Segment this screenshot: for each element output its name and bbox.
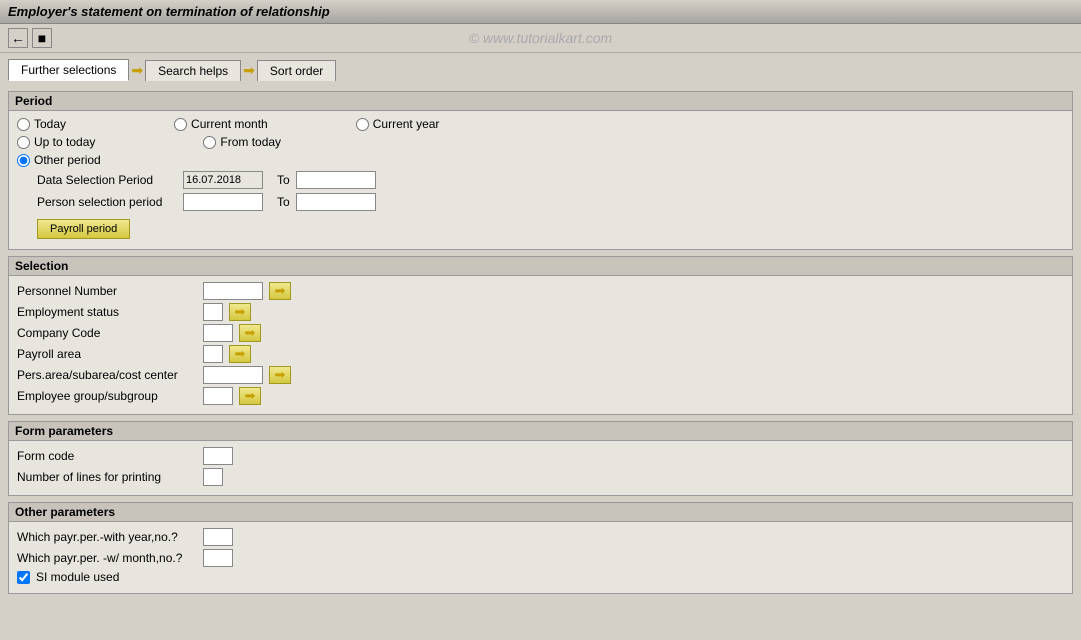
execute-icon[interactable]: ■ [32, 28, 52, 48]
title-bar: Employer's statement on termination of r… [0, 0, 1081, 24]
tab-arrow-1: ➡ [131, 62, 143, 79]
other-parameters-section: Other parameters Which payr.per.-with ye… [8, 502, 1073, 594]
employee-group-label: Employee group/subgroup [17, 389, 197, 403]
company-code-input[interactable] [203, 324, 233, 342]
which-payr-year-input[interactable] [203, 528, 233, 546]
personnel-number-input[interactable] [203, 282, 263, 300]
radio-up-to-today[interactable] [17, 136, 30, 149]
radio-other-period-label: Other period [34, 153, 101, 167]
watermark: © www.tutorialkart.com [469, 30, 612, 46]
radio-current-year[interactable] [356, 118, 369, 131]
number-lines-label: Number of lines for printing [17, 470, 197, 484]
selection-header: Selection [9, 257, 1072, 276]
company-code-arrow-btn[interactable]: ➡ [239, 324, 261, 342]
radio-up-to-today-label: Up to today [34, 135, 95, 149]
pers-area-arrow-btn[interactable]: ➡ [269, 366, 291, 384]
toolbar: ← ■ © www.tutorialkart.com [0, 24, 1081, 53]
radio-from-today-label: From today [220, 135, 281, 149]
si-module-checkbox[interactable] [17, 571, 30, 584]
employment-status-arrow-btn[interactable]: ➡ [229, 303, 251, 321]
tab-further-selections-label: Further selections [21, 63, 116, 77]
number-lines-input[interactable] [203, 468, 223, 486]
form-parameters-header: Form parameters [9, 422, 1072, 441]
pers-area-label: Pers.area/subarea/cost center [17, 368, 197, 382]
person-selection-to-label: To [277, 195, 290, 209]
radio-today-label: Today [34, 117, 66, 131]
data-selection-to-label: To [277, 173, 290, 187]
which-payr-year-label: Which payr.per.-with year,no.? [17, 530, 197, 544]
radio-from-today[interactable] [203, 136, 216, 149]
form-code-label: Form code [17, 449, 197, 463]
employee-group-arrow-btn[interactable]: ➡ [239, 387, 261, 405]
radio-other-period[interactable] [17, 154, 30, 167]
data-selection-period-to-input[interactable] [296, 171, 376, 189]
payroll-area-arrow-btn[interactable]: ➡ [229, 345, 251, 363]
tab-search-helps[interactable]: Search helps [145, 60, 241, 81]
tab-sort-order-label: Sort order [270, 64, 323, 78]
radio-current-year-label: Current year [373, 117, 440, 131]
person-selection-period-label: Person selection period [37, 195, 177, 209]
which-payr-month-label: Which payr.per. -w/ month,no.? [17, 551, 197, 565]
tab-further-selections[interactable]: Further selections [8, 59, 129, 81]
tab-arrow-2: ➡ [243, 62, 255, 79]
payroll-area-input[interactable] [203, 345, 223, 363]
other-parameters-header: Other parameters [9, 503, 1072, 522]
which-payr-month-input[interactable] [203, 549, 233, 567]
employment-status-label: Employment status [17, 305, 197, 319]
period-section: Period Today Current month Current year [8, 91, 1073, 250]
radio-current-month[interactable] [174, 118, 187, 131]
employment-status-input[interactable] [203, 303, 223, 321]
radio-today[interactable] [17, 118, 30, 131]
period-header: Period [9, 92, 1072, 111]
tab-sort-order[interactable]: Sort order [257, 60, 336, 81]
payroll-period-button[interactable]: Payroll period [37, 219, 130, 239]
data-selection-period-label: Data Selection Period [37, 173, 177, 187]
personnel-number-label: Personnel Number [17, 284, 197, 298]
person-selection-period-to-input[interactable] [296, 193, 376, 211]
tab-search-helps-label: Search helps [158, 64, 228, 78]
employee-group-input[interactable] [203, 387, 233, 405]
tab-bar: Further selections ➡ Search helps ➡ Sort… [0, 53, 1081, 87]
payroll-area-label: Payroll area [17, 347, 197, 361]
company-code-label: Company Code [17, 326, 197, 340]
radio-current-month-label: Current month [191, 117, 268, 131]
selection-section: Selection Personnel Number ➡ Employment … [8, 256, 1073, 415]
personnel-number-arrow-btn[interactable]: ➡ [269, 282, 291, 300]
pers-area-input[interactable] [203, 366, 263, 384]
form-code-input[interactable] [203, 447, 233, 465]
si-module-label: SI module used [36, 570, 119, 584]
data-selection-period-input[interactable] [183, 171, 263, 189]
back-icon[interactable]: ← [8, 28, 28, 48]
person-selection-period-input[interactable] [183, 193, 263, 211]
form-parameters-section: Form parameters Form code Number of line… [8, 421, 1073, 496]
